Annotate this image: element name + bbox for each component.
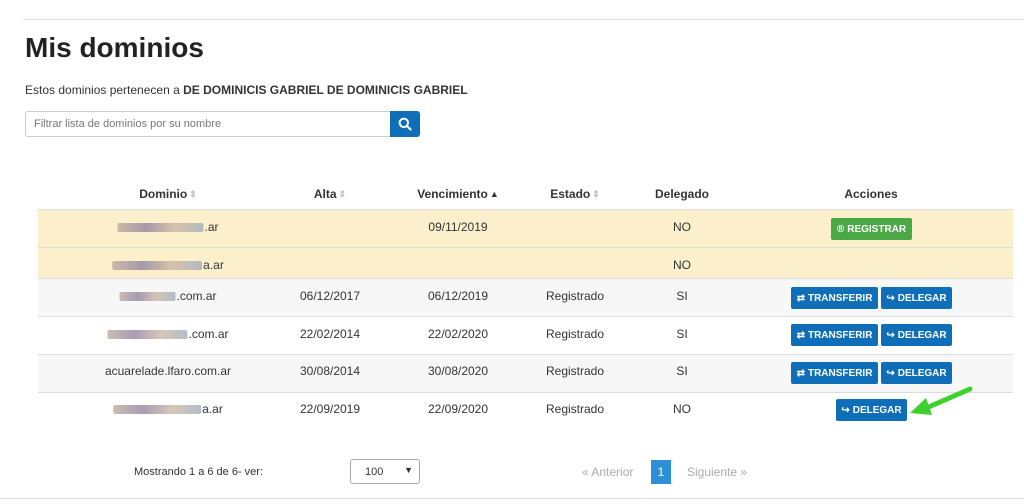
domain-cell: a.ar xyxy=(113,402,223,416)
transferir-label: TRANSFERIR xyxy=(807,292,873,304)
delegar-label: DELEGAR xyxy=(852,404,902,416)
owner-name: DE DOMINICIS GABRIEL DE DOMINICIS GABRIE… xyxy=(183,83,468,97)
current-page[interactable]: 1 xyxy=(651,460,671,484)
transfer-icon: ⇄ xyxy=(796,329,805,341)
sort-asc-icon: ▲ xyxy=(489,189,499,199)
chevron-down-icon: ▼ xyxy=(404,465,413,475)
delegar-label: DELEGAR xyxy=(897,329,947,341)
estado-cell: Registrado xyxy=(545,402,605,416)
header-dominio[interactable]: Dominio ⇕ xyxy=(139,180,197,209)
alta-cell: 22/02/2014 xyxy=(299,327,361,341)
annotation-arrow-icon xyxy=(910,386,973,415)
delegar-button[interactable]: ↪ DELEGAR xyxy=(881,362,952,384)
redacted-text xyxy=(119,292,176,301)
header-delegado: Delegado xyxy=(654,187,710,201)
sort-icon: ⇕ xyxy=(338,189,347,199)
delegado-cell: NO xyxy=(673,258,691,272)
search-input[interactable] xyxy=(25,111,391,137)
domain-name: .com.ar xyxy=(176,289,217,303)
domain-name: .ar xyxy=(204,220,219,234)
bottom-divider xyxy=(0,498,1024,499)
header-dominio-label: Dominio xyxy=(139,187,188,201)
delegar-button[interactable]: ↪ DELEGAR xyxy=(881,324,952,346)
share-arrow-icon: ↪ xyxy=(886,367,895,379)
table-header: Dominio ⇕ Alta ⇕ Vencimiento ▲ Estado ⇕ Dele… xyxy=(38,180,1013,211)
prev-page-link[interactable]: « Anterior xyxy=(582,460,633,484)
table-row: .com.ar 06/12/2017 06/12/2019 Registrado… xyxy=(38,279,1013,317)
table-row: a.ar NO xyxy=(38,248,1013,279)
sort-icon: ⇕ xyxy=(189,189,197,199)
top-divider xyxy=(23,19,1024,20)
header-estado-label: Estado xyxy=(550,187,591,201)
delegar-label: DELEGAR xyxy=(897,367,947,379)
header-alta-label: Alta xyxy=(313,187,337,201)
delegado-cell: SI xyxy=(676,289,688,303)
owner-prefix: Estos dominios pertenecen a xyxy=(25,83,180,97)
showing-text: Mostrando 1 a 6 de 6- ver: xyxy=(134,466,264,478)
estado-cell: Registrado xyxy=(545,327,605,341)
domain-cell: acuarelade.lfaro.com.ar xyxy=(104,364,232,378)
page-size-value: 100 xyxy=(365,466,384,478)
domain-cell: .ar xyxy=(117,220,219,234)
header-estado[interactable]: Estado ⇕ xyxy=(550,180,600,209)
redacted-text xyxy=(107,330,188,339)
domain-name: .com.ar xyxy=(188,327,229,341)
header-acciones: Acciones xyxy=(844,187,898,201)
vencimiento-cell: 06/12/2019 xyxy=(427,289,489,303)
transferir-button[interactable]: ⇄ TRANSFERIR xyxy=(791,362,878,384)
domain-name: a.ar xyxy=(202,402,223,416)
delegar-button[interactable]: ↪ DELEGAR xyxy=(836,399,907,421)
vencimiento-cell: 22/02/2020 xyxy=(427,327,489,341)
registered-icon: ® xyxy=(836,223,845,235)
page-title: Mis dominios xyxy=(25,32,204,63)
table-row: acuarelade.lfaro.com.ar 30/08/2014 30/08… xyxy=(38,355,1013,393)
vencimiento-cell: 30/08/2020 xyxy=(427,364,489,378)
search-button[interactable] xyxy=(390,111,420,137)
header-alta[interactable]: Alta ⇕ xyxy=(314,180,346,209)
delegado-cell: NO xyxy=(673,220,691,234)
domain-cell: a.ar xyxy=(112,258,224,272)
alta-cell: 30/08/2014 xyxy=(299,364,361,378)
domain-cell: .com.ar xyxy=(119,289,217,303)
transfer-icon: ⇄ xyxy=(796,292,805,304)
registrar-button[interactable]: ® REGISTRAR xyxy=(831,218,912,240)
table-row: .ar 09/11/2019 NO ® REGISTRAR xyxy=(38,210,1013,248)
share-arrow-icon: ↪ xyxy=(886,329,895,341)
search-icon xyxy=(398,117,412,131)
domain-name: a.ar xyxy=(203,258,224,272)
estado-cell: Registrado xyxy=(545,289,605,303)
alta-cell: 06/12/2017 xyxy=(299,289,361,303)
owner-text: Estos dominios pertenecen a DE DOMINICIS… xyxy=(25,83,468,97)
header-vencimiento-label: Vencimiento xyxy=(417,187,488,201)
transferir-label: TRANSFERIR xyxy=(807,329,873,341)
delegar-button[interactable]: ↪ DELEGAR xyxy=(881,287,952,309)
estado-cell: Registrado xyxy=(545,364,605,378)
transfer-icon: ⇄ xyxy=(796,367,805,379)
delegado-cell: SI xyxy=(676,327,688,341)
vencimiento-cell: 09/11/2019 xyxy=(428,220,488,234)
header-vencimiento[interactable]: Vencimiento ▲ xyxy=(417,180,499,209)
transferir-button[interactable]: ⇄ TRANSFERIR xyxy=(791,324,878,346)
redacted-text xyxy=(113,405,202,414)
table-row: a.ar 22/09/2019 22/09/2020 Registrado NO… xyxy=(38,393,1013,431)
redacted-text xyxy=(117,223,204,232)
delegado-cell: SI xyxy=(676,364,688,378)
next-page-link[interactable]: Siguiente » xyxy=(687,460,747,484)
table-row: .com.ar 22/02/2014 22/02/2020 Registrado… xyxy=(38,317,1013,355)
delegado-cell: NO xyxy=(673,402,691,416)
domain-cell: .com.ar xyxy=(107,327,229,341)
delegar-label: DELEGAR xyxy=(897,292,947,304)
sort-icon: ⇕ xyxy=(592,189,600,199)
transferir-label: TRANSFERIR xyxy=(807,367,873,379)
search-bar xyxy=(25,111,420,137)
vencimiento-cell: 22/09/2020 xyxy=(427,402,489,416)
page-size-select[interactable]: 100 ▼ xyxy=(350,459,420,484)
alta-cell: 22/09/2019 xyxy=(299,402,361,416)
share-arrow-icon: ↪ xyxy=(886,292,895,304)
registrar-label: REGISTRAR xyxy=(847,223,907,235)
share-arrow-icon: ↪ xyxy=(841,404,850,416)
transferir-button[interactable]: ⇄ TRANSFERIR xyxy=(791,287,878,309)
redacted-text xyxy=(112,261,203,270)
